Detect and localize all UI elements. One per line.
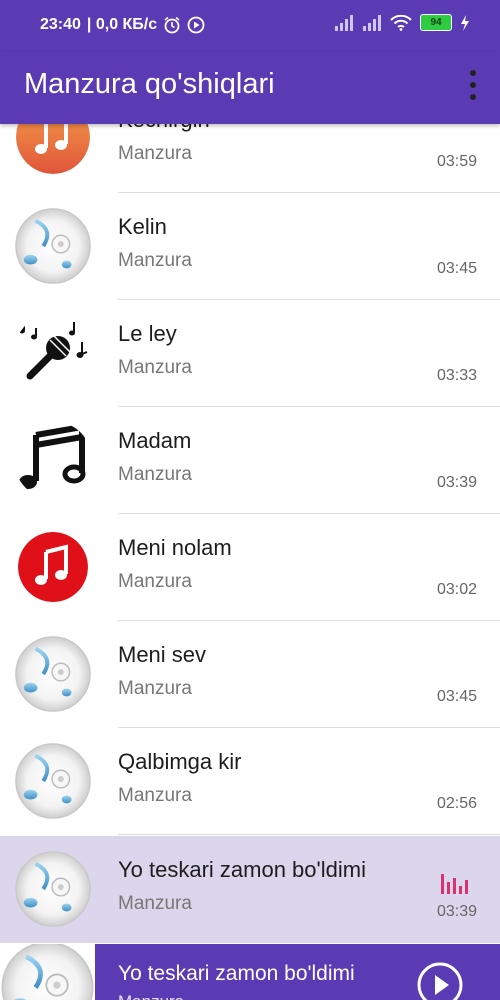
song-row[interactable]: Kelin Manzura 03:45 (0, 193, 500, 300)
song-title: Meni sev (118, 642, 207, 667)
red-music-note-icon (18, 532, 88, 602)
song-title: Le ley (118, 321, 177, 346)
song-duration: 03:39 (436, 903, 477, 920)
song-row[interactable]: Qalbimga kir Manzura 02:56 (0, 728, 500, 835)
menu-dot (470, 82, 476, 88)
song-row[interactable]: Meni nolam Manzura 03:02 (0, 514, 500, 621)
music-disc-icon (14, 207, 92, 285)
song-title: Kelin (118, 214, 167, 239)
song-duration: 03:59 (436, 153, 477, 170)
song-duration: 03:45 (436, 260, 477, 277)
signal-roaming-icon (363, 14, 381, 31)
music-disc-icon (14, 850, 92, 928)
media-playing-icon (187, 16, 205, 34)
song-row[interactable]: Meni sev Manzura 03:45 (0, 621, 500, 728)
orange-music-note-icon (16, 124, 90, 174)
menu-dot (470, 94, 476, 100)
charging-icon (461, 14, 469, 31)
song-duration: 03:33 (436, 367, 477, 384)
mini-player[interactable]: Yo teskari zamon bo'ldimi Manzura (0, 944, 500, 1000)
overflow-menu-button[interactable] (468, 70, 478, 100)
song-row[interactable]: Kechirgin Manzura 03:59 (0, 124, 500, 193)
microphone-notes-icon (14, 314, 92, 392)
play-button[interactable] (416, 961, 464, 1000)
wifi-icon (390, 14, 412, 31)
song-duration: 03:02 (436, 581, 477, 598)
song-artist: Manzura (118, 571, 192, 592)
song-artist: Manzura (118, 357, 192, 378)
equalizer-icon (441, 874, 468, 894)
player-title: Yo teskari zamon bo'ldimi (118, 962, 355, 985)
song-row[interactable]: Le ley Manzura 03:33 (0, 300, 500, 407)
row-divider (118, 834, 500, 835)
song-title: Kechirgin (118, 124, 210, 133)
music-disc-icon (0, 944, 95, 1000)
battery-level: 94 (430, 17, 442, 28)
status-time: 23:40 (40, 16, 81, 33)
music-disc-icon (14, 635, 92, 713)
song-title: Yo teskari zamon bo'ldimi (118, 857, 366, 882)
alarm-icon (164, 16, 180, 34)
song-artist: Manzura (118, 143, 192, 164)
player-artist: Manzura (118, 992, 184, 1000)
signal-icon (335, 14, 353, 31)
black-music-note-icon (14, 421, 92, 499)
song-artist: Manzura (118, 464, 192, 485)
song-artist: Manzura (118, 250, 192, 271)
battery-icon: 94 (420, 14, 452, 31)
music-disc-icon (14, 742, 92, 820)
song-title: Meni nolam (118, 535, 232, 560)
app-bar: Manzura qo'shiqlari (0, 52, 500, 124)
song-duration: 03:39 (436, 474, 477, 491)
song-artist: Manzura (118, 893, 192, 914)
song-duration: 03:45 (436, 688, 477, 705)
menu-dot (470, 70, 476, 76)
song-row-now-playing[interactable]: Yo teskari zamon bo'ldimi Manzura 03:39 (0, 836, 500, 943)
song-duration: 02:56 (436, 795, 477, 812)
status-bar: 23:40 | 0,0 КБ/с 94 (0, 0, 500, 52)
song-artist: Manzura (118, 678, 192, 699)
song-title: Qalbimga kir (118, 749, 242, 774)
song-list[interactable]: Kechirgin Manzura 03:59 Kelin Manzura 03… (0, 124, 500, 944)
song-title: Madam (118, 428, 192, 453)
song-row[interactable]: Madam Manzura 03:39 (0, 407, 500, 514)
song-artist: Manzura (118, 785, 192, 806)
app-title: Manzura qo'shiqlari (24, 68, 275, 100)
status-network-speed: | 0,0 КБ/с (86, 16, 158, 33)
